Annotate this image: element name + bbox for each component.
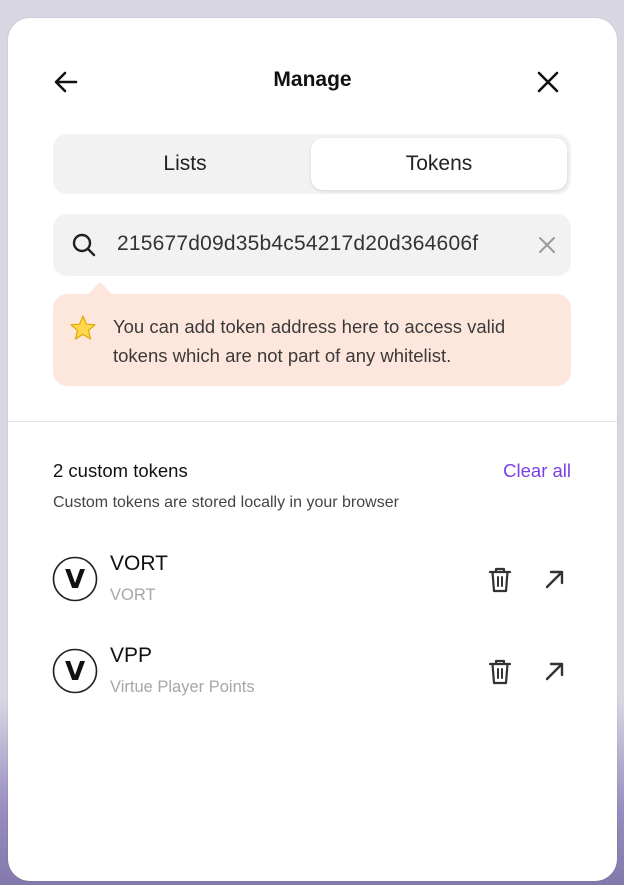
clear-all-button[interactable]: Clear all [503, 460, 571, 482]
token-name: VORT [110, 586, 156, 604]
token-symbol: VORT [110, 552, 168, 575]
custom-tokens-hint: Custom tokens are stored locally in your… [53, 494, 399, 511]
svg-text:V: V [65, 565, 85, 595]
token-logo-v-icon: V [52, 556, 98, 602]
tab-switcher: Lists Tokens [53, 134, 571, 194]
trash-icon[interactable] [486, 657, 514, 687]
external-link-icon[interactable] [542, 658, 568, 684]
info-notice: You can add token address here to access… [53, 282, 571, 386]
token-row-vpp: V VPP Virtue Player Points [52, 640, 572, 710]
trash-icon[interactable] [486, 565, 514, 595]
token-symbol: VPP [110, 644, 153, 667]
token-row-vort: V VORT VORT [52, 548, 572, 618]
svg-text:V: V [65, 657, 85, 687]
tab-tokens[interactable]: Tokens [311, 138, 567, 190]
token-search-input[interactable]: 215677d09d35b4c54217d20d364606f [53, 214, 571, 276]
star-icon [70, 315, 96, 340]
search-icon [72, 233, 96, 257]
tab-lists[interactable]: Lists [57, 138, 313, 190]
section-divider [8, 421, 617, 422]
modal-title: Manage [273, 68, 352, 91]
token-logo-v-icon: V [52, 648, 98, 694]
modal-header: Manage [8, 18, 617, 148]
manage-modal: Manage Lists Tokens 215677d09d35b4c54217… [8, 18, 617, 881]
external-link-icon[interactable] [542, 566, 568, 592]
clear-x-icon[interactable] [537, 235, 557, 255]
search-value[interactable]: 215677d09d35b4c54217d20d364606f [117, 232, 478, 256]
close-icon [537, 71, 559, 93]
token-name: Virtue Player Points [110, 678, 255, 696]
custom-token-count: 2 custom tokens [53, 460, 188, 481]
notice-text: You can add token address here to access… [113, 316, 506, 366]
close-button[interactable] [534, 68, 562, 96]
notice-caret [87, 282, 113, 295]
